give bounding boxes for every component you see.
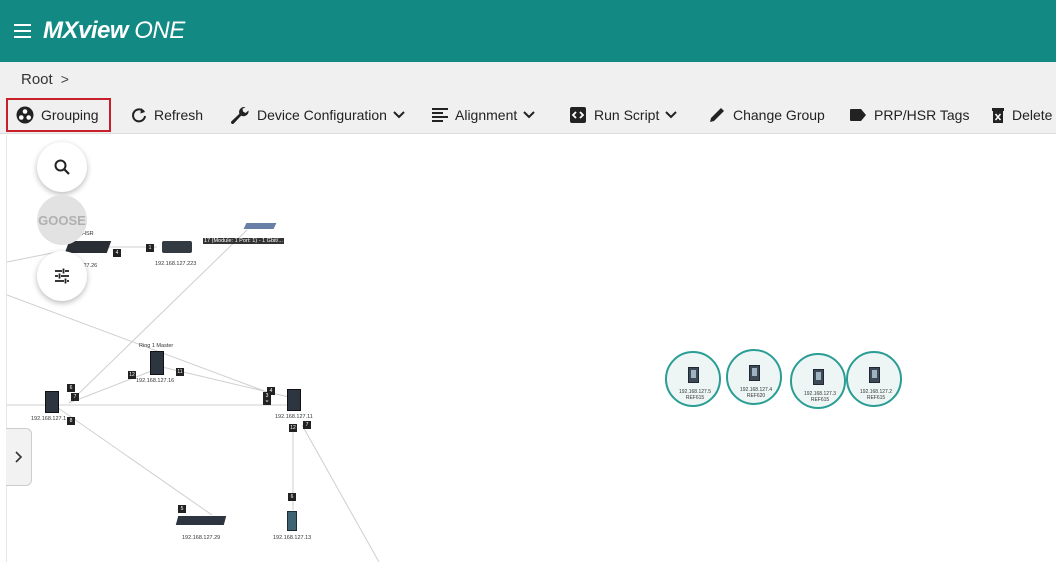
refresh-button[interactable]: Refresh	[131, 99, 203, 131]
chevron-down-icon	[393, 111, 405, 119]
ied-device-icon	[688, 367, 699, 383]
refresh-icon	[132, 108, 146, 123]
grouping-button[interactable]: Grouping	[6, 98, 111, 132]
port-badge: 6	[67, 384, 75, 392]
port-badge: 1	[146, 244, 154, 252]
port-badge: 3	[263, 392, 271, 400]
device-ring-master[interactable]	[150, 351, 164, 375]
group-model-label: REF615	[810, 397, 830, 403]
toolbar: Grouping Refresh Device Configuration Al…	[0, 96, 1056, 134]
port-badge: 6	[288, 493, 296, 501]
device-name-label: Ring 1 Master	[139, 343, 174, 349]
device-ip-label: 192.168.127.1	[31, 416, 67, 422]
app-logo: MXview ONE	[43, 17, 185, 45]
chevron-down-icon	[523, 111, 535, 119]
device-switch-11[interactable]	[287, 389, 301, 411]
port-badge: 7	[71, 393, 79, 401]
device-configuration-label: Device Configuration	[257, 107, 387, 123]
logo-suffix: ONE	[134, 17, 185, 44]
pencil-icon	[710, 108, 724, 122]
device-switch-13[interactable]	[287, 511, 297, 531]
port-badge: 8	[67, 417, 75, 425]
change-group-button[interactable]: Change Group	[708, 99, 825, 131]
device-switch-223[interactable]	[162, 241, 192, 253]
device-rack-29[interactable]	[175, 516, 227, 525]
breadcrumb: Root >	[0, 62, 1056, 96]
port-badge: 11	[176, 368, 184, 376]
run-script-button[interactable]: Run Script	[569, 99, 684, 131]
port-badge: 4	[113, 249, 121, 257]
group-model-label: REF615	[685, 395, 705, 401]
script-icon	[570, 107, 586, 123]
search-icon	[54, 159, 70, 175]
chevron-down-icon	[665, 111, 678, 119]
port-badge: 12	[128, 371, 136, 379]
device-configuration-button[interactable]: Device Configuration	[230, 99, 412, 131]
wrench-icon	[231, 106, 249, 124]
delete-label: Delete	[1012, 107, 1053, 123]
search-button[interactable]	[37, 142, 87, 192]
chevron-right-icon	[14, 451, 22, 463]
change-group-label: Change Group	[733, 107, 825, 123]
device-ip-label: 192.168.127.29	[182, 535, 221, 541]
breadcrumb-separator: >	[60, 71, 69, 87]
menu-icon[interactable]	[14, 24, 31, 38]
device-group-node[interactable]: 192.168.127.5 REF615	[665, 351, 721, 407]
prp-hsr-tags-label: PRP/HSR Tags	[874, 107, 970, 123]
link-tooltip-label: 17 (Module: 1 Port: 1) - 1 Gbit/...	[203, 238, 284, 244]
delete-button[interactable]: Delete	[991, 99, 1052, 131]
port-badge: 7	[303, 421, 311, 429]
app-header: MXview ONE	[0, 0, 1056, 62]
run-script-label: Run Script	[594, 107, 660, 123]
alignment-label: Alignment	[455, 107, 518, 123]
device-ip-label: 192.168.127.13	[273, 535, 312, 541]
grouping-label: Grouping	[41, 107, 99, 123]
device-group-node[interactable]: 192.168.127.3 REF615	[790, 353, 846, 409]
ied-device-icon	[869, 367, 880, 383]
device-link-17[interactable]	[243, 223, 277, 229]
group-model-label: REF615	[866, 395, 886, 401]
alignment-button[interactable]: Alignment	[432, 99, 542, 131]
device-ip-label: 192.168.127.16	[136, 378, 175, 384]
trash-icon	[992, 108, 1004, 123]
filter-settings-button[interactable]	[37, 251, 87, 301]
goose-button[interactable]: GOOSE	[37, 195, 87, 245]
prp-hsr-tags-button[interactable]: PRP/HSR Tags	[849, 99, 969, 131]
device-switch-1[interactable]	[45, 391, 59, 413]
tune-icon	[55, 268, 69, 284]
side-panel-toggle[interactable]	[6, 428, 32, 486]
group-model-label: REF620	[746, 393, 766, 399]
breadcrumb-root[interactable]: Root	[21, 71, 53, 88]
device-ip-label: 192.168.127.223	[155, 261, 197, 267]
grouping-icon	[16, 106, 34, 124]
goose-label: GOOSE	[38, 212, 86, 228]
device-ip-label: 192.168.127.11	[275, 414, 313, 420]
device-group-node[interactable]: 192.168.127.4 REF620	[726, 349, 782, 405]
logo-text: MXview	[43, 17, 129, 44]
ied-device-icon	[749, 365, 760, 381]
device-group-node[interactable]: 192.168.127.2 REF615	[846, 351, 902, 407]
tag-icon	[850, 109, 866, 121]
port-badge: 5	[178, 505, 186, 513]
port-badge: 12	[289, 424, 297, 432]
refresh-label: Refresh	[154, 107, 204, 123]
ied-device-icon	[813, 369, 824, 385]
align-icon	[432, 108, 448, 122]
topology-canvas[interactable]: HSR 192.168.127.26 192.168.127.223 17 (M…	[6, 135, 1056, 562]
